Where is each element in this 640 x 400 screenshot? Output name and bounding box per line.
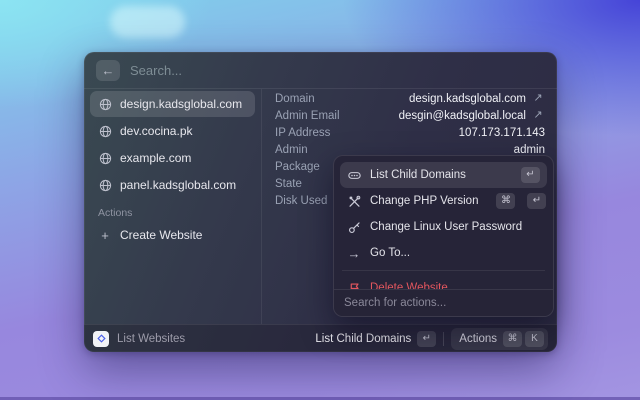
menu-item-label: Delete Website (370, 282, 448, 289)
panel-app-icon (93, 331, 109, 347)
primary-action-keys: ↵ (417, 331, 436, 347)
key-icon (347, 220, 361, 234)
menu-item[interactable]: List Child Domains ↵ (340, 162, 547, 188)
status-bar: List Websites List Child Domains ↵ Actio… (84, 324, 557, 352)
detail-label: Admin Email (275, 110, 340, 122)
plus-icon: + (98, 228, 112, 242)
website-label: design.kadsglobal.com (120, 97, 242, 111)
external-link-icon: ↗ (531, 109, 545, 123)
sidebar-actions-list: + Create Website (90, 222, 255, 248)
detail-value[interactable]: desgin@kadsglobal.local ↗ (399, 109, 545, 123)
detail-value-text: admin (514, 144, 545, 156)
key-cmd-badge: ⌘ (496, 193, 515, 209)
external-link-icon: ↗ (531, 92, 545, 106)
sidebar-action-label: Create Website (120, 228, 202, 242)
search-bar: ← (84, 52, 557, 89)
detail-value-text: design.kadsglobal.com (409, 93, 526, 105)
wallpaper-cloud-blob (110, 6, 185, 38)
actions-menu-list: List Child Domains↵Change PHP Version⌘↵C… (334, 156, 553, 289)
key-enter-badge: ↵ (417, 331, 436, 347)
sidebar-item-website[interactable]: panel.kadsglobal.com (90, 172, 255, 198)
website-label: dev.cocina.pk (120, 124, 193, 138)
footer-divider (443, 332, 444, 346)
detail-label: IP Address (275, 127, 330, 139)
tools-icon (347, 194, 361, 208)
actions-menu-search (334, 289, 553, 316)
detail-label: Disk Used (275, 195, 327, 207)
arrow-right-icon: → (347, 246, 361, 260)
sidebar-item-create-website[interactable]: + Create Website (90, 222, 255, 248)
menu-item-label: Go To... (370, 247, 410, 259)
desktop-wallpaper: ← design.kadsglobal.com dev.cocina.pk exam… (0, 0, 640, 400)
actions-button[interactable]: Actions ⌘K (451, 328, 548, 350)
globe-icon (98, 151, 112, 165)
menu-item[interactable]: → Go To... (340, 240, 547, 266)
key-enter-badge: ↵ (521, 167, 540, 183)
menu-item-label: Change PHP Version (370, 195, 478, 207)
key-cmd-badge: ⌘ (503, 331, 522, 347)
detail-row: Domain design.kadsglobal.com ↗ (275, 90, 545, 107)
detail-label: Admin (275, 144, 308, 156)
website-label: example.com (120, 151, 191, 165)
globe-icon (98, 124, 112, 138)
arrow-left-icon: ← (101, 63, 115, 77)
detail-value: admin (514, 144, 545, 156)
search-input[interactable] (130, 63, 545, 78)
actions-search-input[interactable] (344, 297, 543, 309)
website-label: panel.kadsglobal.com (120, 178, 236, 192)
primary-action-button[interactable]: List Child Domains ↵ (315, 331, 436, 347)
list-pill-icon (347, 168, 361, 182)
footer-right: List Child Domains ↵ Actions ⌘K (315, 328, 548, 350)
detail-label: Domain (275, 93, 315, 105)
menu-item[interactable]: Delete Website (340, 275, 547, 289)
primary-action-label: List Child Domains (315, 333, 411, 345)
actions-button-label: Actions (459, 333, 497, 345)
sidebar-item-website[interactable]: design.kadsglobal.com (90, 91, 255, 117)
detail-row: IP Address 107.173.171.143 (275, 124, 545, 141)
detail-label: State (275, 178, 302, 190)
detail-label: Package (275, 161, 320, 173)
detail-value-text: 107.173.171.143 (459, 127, 545, 139)
actions-menu: List Child Domains↵Change PHP Version⌘↵C… (333, 155, 554, 317)
detail-value[interactable]: design.kadsglobal.com ↗ (409, 92, 545, 106)
sidebar-item-website[interactable]: dev.cocina.pk (90, 118, 255, 144)
flag-icon (347, 281, 361, 289)
command-title: List Websites (117, 333, 185, 345)
sidebar-section-label: Actions (90, 207, 255, 219)
menu-item[interactable]: Change PHP Version ⌘ ↵ (340, 188, 547, 214)
menu-item-label: List Child Domains (370, 169, 466, 181)
detail-value-text: desgin@kadsglobal.local (399, 110, 526, 122)
globe-icon (98, 178, 112, 192)
actions-button-keys: ⌘K (503, 331, 544, 347)
detail-row: Admin Email desgin@kadsglobal.local ↗ (275, 107, 545, 124)
launcher-window: ← design.kadsglobal.com dev.cocina.pk exam… (84, 52, 557, 352)
menu-item[interactable]: Change Linux User Password (340, 214, 547, 240)
key-k-badge: K (525, 331, 544, 347)
globe-icon (98, 97, 112, 111)
website-list: design.kadsglobal.com dev.cocina.pk exampl… (90, 91, 255, 198)
back-button[interactable]: ← (96, 60, 120, 81)
key-enter-badge: ↵ (527, 193, 546, 209)
sidebar-item-website[interactable]: example.com (90, 145, 255, 171)
menu-divider (342, 270, 545, 271)
sidebar: design.kadsglobal.com dev.cocina.pk exampl… (84, 89, 262, 324)
detail-value: 107.173.171.143 (459, 127, 545, 139)
menu-item-label: Change Linux User Password (370, 221, 522, 233)
